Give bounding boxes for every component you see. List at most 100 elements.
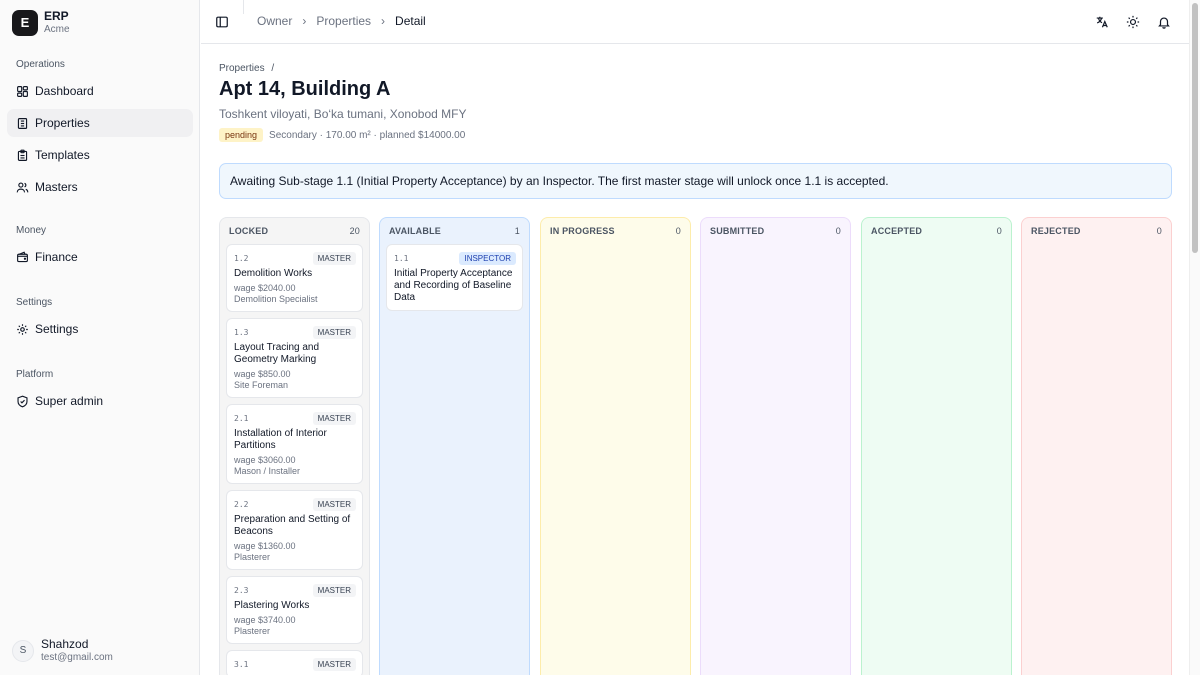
stage-card[interactable]: 2.3 MASTER Plastering Works wage $3740.00 Pl… — [226, 576, 363, 644]
sub-breadcrumb-properties[interactable]: Properties — [219, 63, 265, 74]
column-rejected: REJECTED 0 — [1021, 217, 1172, 675]
stage-name: Preparation and Setting of Beacons — [234, 514, 351, 537]
breadcrumb-properties[interactable]: Properties — [316, 14, 371, 28]
stage-card[interactable]: 1.1 INSPECTOR Initial Property Acceptance … — [386, 244, 523, 311]
role-badge: MASTER — [312, 411, 356, 425]
chevron-right-icon: › — [302, 14, 307, 28]
status-badge: pending — [219, 128, 264, 142]
role-badge: INSPECTOR — [459, 251, 516, 265]
property-details: Secondary · 170.00 m² · planned $14000.0… — [269, 129, 466, 141]
sidebar-item-label: Settings — [35, 322, 79, 336]
nav-group-label: Money — [16, 225, 47, 236]
stage-code: 2.1 — [234, 413, 249, 423]
brand[interactable]: E ERP Acme — [12, 9, 70, 36]
sidebar-item-templates[interactable]: Templates — [7, 141, 193, 169]
column-submitted: SUBMITTED 0 — [700, 217, 851, 675]
stage-wage: wage $3740.00 — [234, 615, 296, 625]
translate-icon[interactable] — [1095, 15, 1109, 29]
brand-org: Acme — [44, 24, 70, 35]
column-count: 0 — [996, 226, 1002, 236]
column-count: 20 — [349, 226, 360, 236]
stage-wage: wage $850.00 — [234, 369, 291, 379]
column-locked: LOCKED 20 1.2 MASTER Demolition Works wage $2… — [219, 217, 370, 675]
nav-group-label: Settings — [16, 297, 53, 308]
user-menu[interactable]: S Shahzod test@gmail.com — [12, 637, 113, 664]
stage-name: Layout Tracing and Geometry Marking — [234, 342, 320, 365]
sidebar-toggle-icon[interactable] — [215, 15, 229, 29]
sidebar-item-super-admin[interactable]: Super admin — [7, 387, 193, 415]
gear-icon — [17, 323, 28, 335]
sun-icon[interactable] — [1126, 15, 1140, 29]
stage-code: 2.2 — [234, 499, 249, 509]
column-header: ACCEPTED 0 — [862, 218, 1011, 244]
column-title: IN PROGRESS — [550, 226, 615, 236]
bell-icon[interactable] — [1157, 15, 1171, 29]
sidebar-item-properties[interactable]: Properties — [7, 109, 193, 137]
stage-card[interactable]: 3.1 MASTER — [226, 650, 363, 675]
nav-group-label: Platform — [16, 369, 54, 380]
kanban-board: LOCKED 20 1.2 MASTER Demolition Works wage $2… — [219, 217, 1172, 675]
sidebar-item-label: Templates — [35, 148, 90, 162]
page-scrollbar[interactable] — [1189, 0, 1200, 675]
breadcrumb-owner[interactable]: Owner — [257, 14, 292, 28]
stage-card[interactable]: 1.2 MASTER Demolition Works wage $2040.00 De… — [226, 244, 363, 312]
stage-code: 1.2 — [234, 253, 249, 263]
info-notice: Awaiting Sub-stage 1.1 (Initial Property… — [219, 163, 1172, 199]
column-title: ACCEPTED — [871, 226, 923, 236]
stage-name: Demolition Works — [234, 268, 313, 279]
stage-card[interactable]: 1.3 MASTER Layout Tracing and Geometry Mar… — [226, 318, 363, 398]
stage-wage: wage $2040.00 — [234, 283, 296, 293]
stage-wage: wage $1360.00 — [234, 541, 296, 551]
nav-group-platform: Platform Super admin — [0, 367, 200, 415]
stage-specialist: Plasterer — [234, 626, 271, 636]
wallet-icon — [17, 250, 28, 262]
stage-wage: wage $3060.00 — [234, 455, 296, 465]
column-title: REJECTED — [1031, 226, 1081, 236]
stage-specialist: Plasterer — [234, 552, 271, 562]
column-count: 1 — [514, 226, 520, 236]
page-title: Apt 14, Building A — [219, 78, 391, 100]
sidebar-item-label: Finance — [35, 250, 78, 264]
sidebar-item-label: Super admin — [35, 394, 104, 408]
user-email: test@gmail.com — [41, 652, 113, 663]
column-header: REJECTED 0 — [1022, 218, 1171, 244]
sub-breadcrumb-separator: / — [271, 63, 275, 74]
sidebar-item-label: Masters — [35, 180, 78, 194]
sidebar-item-dashboard[interactable]: Dashboard — [7, 77, 193, 105]
nav-group-operations: Operations Dashboard Properties Template… — [0, 57, 200, 201]
sidebar-item-finance[interactable]: Finance — [7, 243, 193, 271]
user-name: Shahzod — [41, 637, 89, 651]
column-header: IN PROGRESS 0 — [541, 218, 690, 244]
stage-card[interactable]: 2.1 MASTER Installation of Interior Partit… — [226, 404, 363, 484]
sidebar-item-masters[interactable]: Masters — [7, 173, 193, 201]
top-header: Owner › Properties › Detail — [201, 0, 1189, 44]
column-in-progress: IN PROGRESS 0 — [540, 217, 691, 675]
sidebar-item-settings[interactable]: Settings — [7, 315, 193, 343]
column-header: LOCKED 20 — [220, 218, 369, 244]
column-count: 0 — [835, 226, 841, 236]
dashboard-icon — [17, 85, 28, 97]
sidebar-item-label: Properties — [35, 116, 90, 130]
stage-code: 2.3 — [234, 585, 249, 595]
stage-name: Plastering Works — [234, 600, 310, 611]
scrollbar-thumb[interactable] — [1192, 3, 1198, 253]
nav-group-label: Operations — [16, 59, 65, 70]
stage-card[interactable]: 2.2 MASTER Preparation and Setting of Beac… — [226, 490, 363, 570]
breadcrumb: Owner › Properties › Detail — [257, 14, 426, 28]
clipboard-icon — [17, 149, 28, 161]
column-accepted: ACCEPTED 0 — [861, 217, 1012, 675]
chevron-right-icon: › — [381, 14, 386, 28]
stage-specialist: Demolition Specialist — [234, 294, 318, 304]
sidebar-item-label: Dashboard — [35, 84, 94, 98]
avatar: S — [12, 639, 34, 662]
column-header: AVAILABLE 1 — [380, 218, 529, 244]
sidebar: E ERP Acme Operations Dashboard Properti… — [0, 0, 200, 675]
brand-name: ERP — [44, 9, 69, 23]
role-badge: MASTER — [312, 497, 356, 511]
breadcrumb-current: Detail — [395, 14, 426, 28]
column-count: 0 — [675, 226, 681, 236]
divider — [243, 0, 244, 14]
shield-icon — [17, 395, 28, 407]
stage-specialist: Mason / Installer — [234, 466, 301, 476]
stage-code: 1.3 — [234, 327, 249, 337]
